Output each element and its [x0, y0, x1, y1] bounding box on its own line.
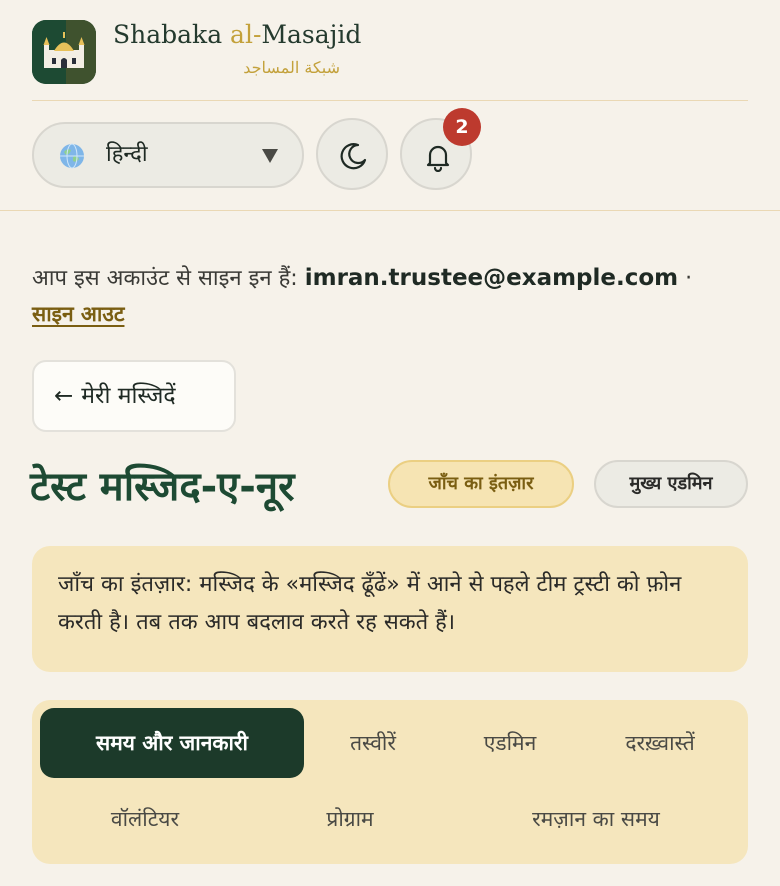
separator: · [678, 266, 693, 291]
toolbar-divider [0, 210, 780, 211]
bell-icon [426, 145, 450, 172]
tab-requests[interactable]: दरख़्वास्तें [578, 708, 742, 778]
tab-bar: समय और जानकारी तस्वीरें एडमिन दरख़्वास्त… [32, 700, 748, 864]
logo-mosque-icon[interactable] [32, 20, 96, 84]
tab-programs[interactable]: प्रोग्राम [250, 784, 450, 854]
back-label: मेरी मस्जिदें [81, 383, 176, 409]
tab-photos[interactable]: तस्वीरें [304, 708, 442, 778]
account-email: imran.trustee@example.com [304, 265, 679, 291]
brand-name-arabic: شبكة المساجد [243, 58, 340, 77]
chevron-down-icon [262, 148, 278, 167]
tab-ramadan-timings[interactable]: रमज़ान का समय [450, 784, 742, 854]
notification-count-badge: 2 [443, 108, 481, 146]
header-divider [32, 100, 748, 101]
arrow-left-icon: ← [54, 383, 74, 409]
mosque-title: टेस्ट मस्जिद-ए-नूर [30, 464, 295, 510]
moon-icon [340, 143, 367, 170]
tab-timings-info[interactable]: समय और जानकारी [40, 708, 304, 778]
signed-in-info: आप इस अकाउंट से साइन इन हैं: imran.trust… [32, 260, 748, 297]
globe-icon [58, 142, 86, 174]
brand-name: Shabaka al-Masajid [113, 20, 362, 49]
role-badge: मुख्य एडमिन [594, 460, 748, 508]
tab-volunteers[interactable]: वॉलंटियर [40, 784, 250, 854]
status-badge: जाँच का इंतज़ार [388, 460, 574, 508]
signed-in-prefix: आप इस अकाउंट से साइन इन हैं: [32, 266, 305, 291]
page: Shabaka al-Masajid شبكة المساجد हिन्दी 2… [0, 0, 780, 886]
theme-toggle-button[interactable] [316, 118, 388, 190]
language-label: हिन्दी [106, 142, 148, 167]
verification-notice: जाँच का इंतज़ार: मस्जिद के «मस्जिद ढूँढे… [32, 546, 748, 672]
tab-admins[interactable]: एडमिन [442, 708, 578, 778]
sign-out-link[interactable]: साइन आउट [32, 296, 124, 332]
language-select[interactable]: हिन्दी [32, 122, 304, 188]
back-to-my-mosques-button[interactable]: ← मेरी मस्जिदें [32, 360, 236, 432]
